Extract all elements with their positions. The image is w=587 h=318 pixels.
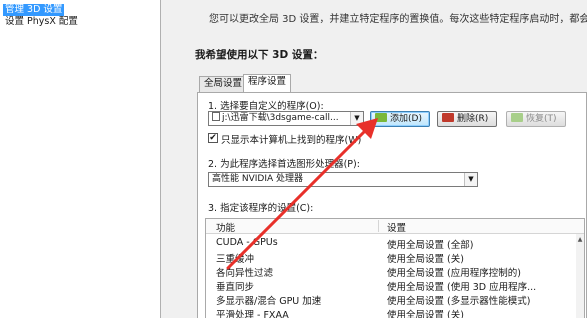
chevron-down-icon: ▼ [350,112,363,125]
column-header-setting[interactable]: 设置 [387,220,406,234]
delete-button-label: 删除(R) [457,114,489,124]
column-header-feature[interactable]: 功能 [216,220,235,234]
restore-icon [511,113,523,122]
table-header: 功能 设置 [206,219,584,234]
row-feature: 三重缓冲 [216,254,255,265]
row-setting: 使用全局设置 (关) [387,254,464,265]
table-row[interactable]: 平滑处理 - FXAA 使用全局设置 (关) [206,307,584,318]
program-settings-table[interactable]: 功能 设置 CUDA - GPUs 使用全局设置 (全部) 三重缓冲 使用全局设置 … [205,218,585,318]
intro-text: 您可以更改全局 3D 设置，并建立特定程序的置换值。每次这些特定程序启动时，都会… [209,14,587,25]
row-feature: 各向异性过滤 [216,268,274,279]
tree-item-manage-3d-settings[interactable]: 管理 3D 设置 [3,4,65,16]
table-scrollbar[interactable]: ▲ [576,234,584,318]
scroll-up-icon[interactable]: ▲ [576,236,584,243]
table-row[interactable]: 多显示器/混合 GPU 加速 使用全局设置 (多显示器性能模式) [206,293,584,307]
gpu-select-value: 高性能 NVIDIA 处理器 [212,174,304,184]
row-setting: 使用全局设置 (使用 3D 应用程序... [387,282,537,293]
column-divider[interactable] [378,220,379,232]
row-setting: 使用全局设置 (全部) [387,240,474,251]
row-feature: 平滑处理 - FXAA [216,310,289,318]
row-setting: 使用全局设置 (多显示器性能模式) [387,296,531,307]
restore-button-label: 恢复(T) [526,114,557,124]
table-row[interactable]: 各向异性过滤 使用全局设置 (应用程序控制的) [206,265,584,279]
table-row[interactable]: 三重缓冲 使用全局设置 (关) [206,251,584,265]
tab-global-settings[interactable]: 全局设置 [199,76,248,92]
step3-label: 3. 指定该程序的设置(C): [208,203,314,214]
add-button[interactable]: 添加(D) [370,111,430,127]
add-icon [375,113,387,122]
add-button-label: 添加(D) [390,114,422,124]
delete-icon [442,113,454,122]
program-file-icon [212,112,220,121]
gpu-select[interactable]: 高性能 NVIDIA 处理器 ▼ [208,172,478,187]
step2-label: 2. 为此程序选择首选图形处理器(P): [208,159,360,170]
row-feature: 多显示器/混合 GPU 加速 [216,296,322,307]
show-found-programs-checkbox[interactable]: ✔ [208,133,218,143]
row-setting: 使用全局设置 (应用程序控制的) [387,268,521,279]
program-select-value: j:\迅雷下载\3dsgame-call... [222,113,339,123]
table-row[interactable]: CUDA - GPUs 使用全局设置 (全部) [206,237,584,251]
table-row[interactable]: 垂直同步 使用全局设置 (使用 3D 应用程序... [206,279,584,293]
step1-label: 1. 选择要自定义的程序(O): [208,101,324,112]
program-select[interactable]: j:\迅雷下载\3dsgame-call... ▼ [208,111,364,126]
tab-program-settings[interactable]: 程序设置 [243,74,292,93]
delete-button[interactable]: 删除(R) [437,111,497,127]
settings-tree: 管理 3D 设置 设置 PhysX 配置 [0,0,160,318]
chevron-down-icon: ▼ [464,173,477,186]
row-feature: 垂直同步 [216,282,255,293]
row-feature: CUDA - GPUs [216,237,278,248]
restore-button[interactable]: 恢复(T) [506,111,566,127]
section-title: 我希望使用以下 3D 设置： [195,49,324,61]
show-found-programs-label: 只显示本计算机上找到的程序(W) [221,135,362,146]
row-setting: 使用全局设置 (关) [387,310,464,318]
tree-item-physx-configuration[interactable]: 设置 PhysX 配置 [3,16,80,28]
